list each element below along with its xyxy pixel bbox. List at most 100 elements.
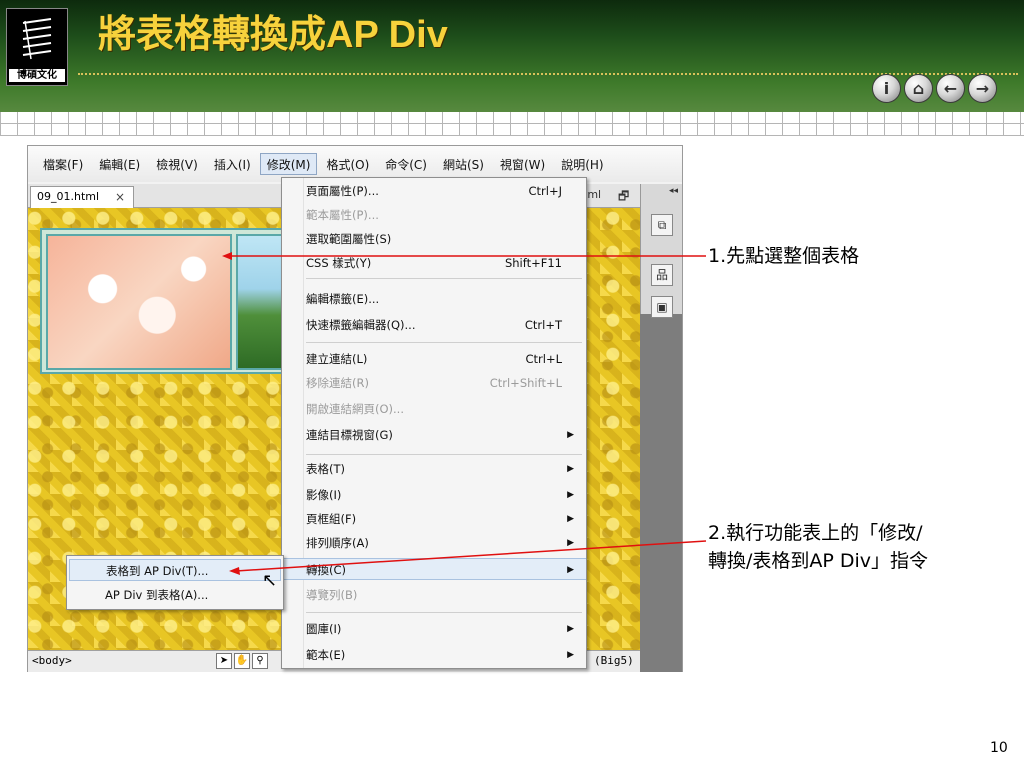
tag-selector[interactable]: <body>: [32, 654, 72, 667]
home-icon[interactable]: ⌂: [904, 74, 933, 103]
menu-item-selection-properties[interactable]: 選取範圍屬性(S): [282, 228, 586, 250]
menu-separator: [306, 342, 582, 343]
submenu-arrow-icon: ▶: [567, 565, 574, 575]
submenu-item-label: AP Div 到表格(A)...: [105, 588, 209, 602]
menu-item-shortcut: Shift+F11: [504, 256, 562, 270]
menu-separator: [306, 278, 582, 279]
submenu-item-ap-div-to-table[interactable]: AP Div 到表格(A)...: [69, 584, 281, 606]
menu-item-label: CSS 樣式(Y): [306, 256, 372, 270]
panel-icons: ◂◂ ⧉ 品 ▣: [640, 184, 682, 318]
menu-file[interactable]: 檔案(F): [36, 153, 90, 175]
menu-item-label: 圖庫(I): [306, 622, 342, 636]
submenu-arrow-icon: ▶: [567, 430, 574, 440]
zoom-tool-icon[interactable]: ⚲: [252, 653, 268, 669]
menu-help[interactable]: 說明(H): [554, 153, 610, 175]
publisher-logo: 博碩文化: [6, 8, 68, 86]
info-icon[interactable]: i: [872, 74, 901, 103]
menu-item-label: 導覽列(B): [306, 588, 358, 602]
collapse-icon[interactable]: ◂◂: [669, 186, 678, 196]
menu-item-label: 排列順序(A): [306, 536, 369, 550]
menu-item-label: 快速標籤編輯器(Q)...: [306, 318, 416, 332]
menu-item-edit-tag[interactable]: 編輯標籤(E)...: [282, 288, 586, 310]
submenu-arrow-icon: ▶: [567, 514, 574, 524]
menu-item-shortcut: Ctrl+Shift+L: [489, 376, 562, 390]
menu-item-shortcut: Ctrl+L: [525, 352, 562, 366]
ap-elements-icon[interactable]: ⧉: [651, 214, 673, 236]
assets-icon[interactable]: ▣: [651, 296, 673, 318]
submenu-arrow-icon: ▶: [567, 538, 574, 548]
menu-item-make-link[interactable]: 建立連結(L) Ctrl+L: [282, 348, 586, 370]
logo-text: 博碩文化: [9, 69, 65, 82]
restore-window-icon[interactable]: 🗗: [618, 187, 629, 208]
menu-item-table[interactable]: 表格(T) ▶: [282, 458, 586, 480]
menu-separator: [306, 454, 582, 455]
menu-item-navigation-bar: 導覽列(B): [282, 584, 586, 606]
menu-item-css-styles[interactable]: CSS 樣式(Y) Shift+F11: [282, 252, 586, 274]
menu-edit[interactable]: 編輯(E): [92, 153, 147, 175]
mouse-cursor-icon: ↖: [262, 570, 278, 591]
menu-item-page-properties[interactable]: 頁面屬性(P)... Ctrl+J: [282, 180, 586, 202]
menu-item-label: 選取範圍屬性(S): [306, 232, 392, 246]
decorative-grid-band: [0, 112, 1024, 136]
menu-item-shortcut: Ctrl+J: [528, 184, 563, 198]
menu-item-label: 表格(T): [306, 462, 345, 476]
submenu-arrow-icon: ▶: [567, 624, 574, 634]
flower-image[interactable]: [46, 234, 232, 370]
menu-item-label: 開啟連結網頁(O)...: [306, 402, 404, 416]
menu-item-label: 轉換(C): [306, 563, 347, 577]
menu-item-shortcut: Ctrl+T: [524, 318, 562, 332]
close-icon[interactable]: ×: [115, 187, 125, 207]
slide-header: 博碩文化 將表格轉換成AP Div i ⌂ ← →: [0, 0, 1024, 118]
menu-item-label: 頁面屬性(P)...: [306, 184, 379, 198]
convert-submenu: 表格到 AP Div(T)... AP Div 到表格(A)...: [66, 555, 284, 610]
callout-step2-line1: 2.執行功能表上的「修改/: [708, 522, 923, 544]
menu-item-label: 編輯標籤(E)...: [306, 292, 380, 306]
menu-commands[interactable]: 命令(C): [378, 153, 434, 175]
menu-item-library[interactable]: 圖庫(I) ▶: [282, 618, 586, 640]
menu-item-open-linked-page: 開啟連結網頁(O)...: [282, 398, 586, 420]
menu-item-label: 移除連結(R): [306, 376, 369, 390]
menu-view[interactable]: 檢視(V): [149, 153, 205, 175]
back-arrow-icon[interactable]: ←: [936, 74, 965, 103]
slide-nav-buttons: i ⌂ ← →: [872, 74, 997, 103]
doc-tab-label: 09_01.html: [37, 190, 100, 203]
menu-modify[interactable]: 修改(M): [259, 153, 318, 175]
menu-item-label: 範本屬性(P)...: [306, 208, 379, 222]
submenu-item-label: 表格到 AP Div(T)...: [106, 564, 209, 578]
menu-item-frameset[interactable]: 頁框組(F) ▶: [282, 508, 586, 530]
submenu-arrow-icon: ▶: [567, 650, 574, 660]
menu-item-label: 頁框組(F): [306, 512, 357, 526]
slide-title: 將表格轉換成AP Div: [98, 14, 448, 56]
doc-tab[interactable]: 09_01.html ×: [30, 186, 134, 208]
callout-step1: 1.先點選整個表格: [708, 245, 860, 267]
menu-item-label: 範本(E): [306, 648, 346, 662]
menu-item-templates[interactable]: 範本(E) ▶: [282, 644, 586, 666]
menu-item-label: 影像(I): [306, 488, 342, 502]
logo-mark-icon: [22, 18, 52, 60]
forward-arrow-icon[interactable]: →: [968, 74, 997, 103]
status-tools: ➤ ✋ ⚲: [216, 653, 268, 669]
menu-item-label: 建立連結(L): [306, 352, 368, 366]
right-panel-dock: ◂◂ ⧉ 品 ▣: [640, 184, 682, 672]
modify-menu-dropdown: 頁面屬性(P)... Ctrl+J 範本屬性(P)... 選取範圍屬性(S) C…: [281, 177, 587, 669]
menu-item-link-target[interactable]: 連結目標視窗(G) ▶: [282, 424, 586, 446]
menu-item-quick-tag-editor[interactable]: 快速標籤編輯器(Q)... Ctrl+T: [282, 314, 586, 336]
menu-item-template-properties: 範本屬性(P)...: [282, 204, 586, 226]
menu-window[interactable]: 視窗(W): [493, 153, 552, 175]
pointer-tool-icon[interactable]: ➤: [216, 653, 232, 669]
menu-item-arrange[interactable]: 排列順序(A) ▶: [282, 532, 586, 554]
selected-table[interactable]: [40, 228, 292, 374]
menu-insert[interactable]: 插入(I): [207, 153, 258, 175]
hand-tool-icon[interactable]: ✋: [234, 653, 250, 669]
site-map-icon[interactable]: 品: [651, 264, 673, 286]
submenu-item-table-to-ap-div[interactable]: 表格到 AP Div(T)...: [69, 559, 281, 581]
callout-step2-line2: 轉換/表格到AP Div」指令: [708, 550, 929, 572]
submenu-arrow-icon: ▶: [567, 464, 574, 474]
menu-site[interactable]: 網站(S): [436, 153, 491, 175]
menu-item-image[interactable]: 影像(I) ▶: [282, 484, 586, 506]
menu-item-remove-link: 移除連結(R) Ctrl+Shift+L: [282, 372, 586, 394]
menu-item-label: 連結目標視窗(G): [306, 428, 393, 442]
menu-format[interactable]: 格式(O): [319, 153, 376, 175]
encoding-indicator: (Big5): [594, 654, 634, 667]
menu-item-convert[interactable]: 轉換(C) ▶: [282, 558, 586, 580]
